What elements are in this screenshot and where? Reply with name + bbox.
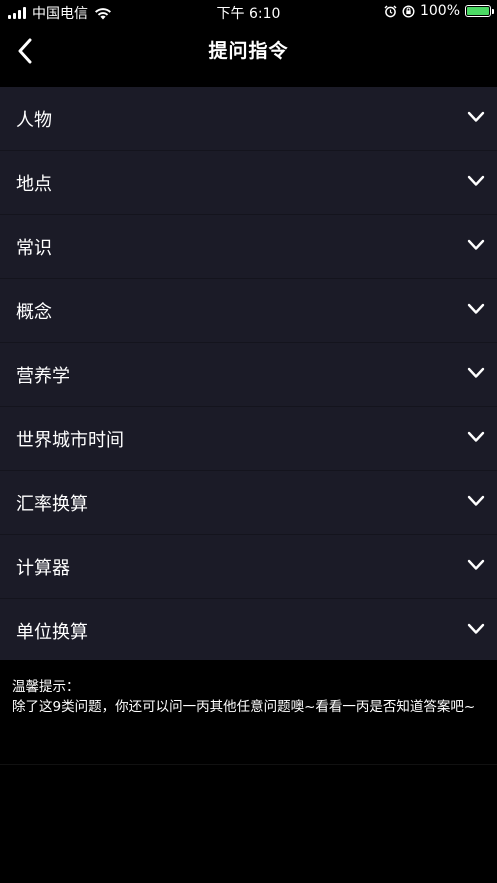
category-label: 计算器 bbox=[16, 558, 70, 579]
category-row[interactable]: 人物 bbox=[0, 87, 497, 151]
category-label: 汇率换算 bbox=[16, 494, 88, 515]
status-bar: 中国电信 下午 6:10 100% bbox=[0, 0, 497, 24]
tip-body: 除了这9类问题，你还可以问一丙其他任意问题噢~看看一丙是否知道答案吧~ bbox=[12, 699, 476, 715]
category-label: 常识 bbox=[16, 238, 52, 259]
category-row[interactable]: 地点 bbox=[0, 151, 497, 215]
category-row[interactable]: 汇率换算 bbox=[0, 471, 497, 535]
category-list: 人物地点常识概念营养学世界城市时间 汇率换算计算器单位换算 bbox=[0, 87, 497, 662]
chevron-down-icon bbox=[467, 431, 485, 442]
category-label: 营养学 bbox=[16, 366, 70, 387]
tip-heading: 温馨提示： bbox=[12, 679, 80, 695]
category-row[interactable]: 计算器 bbox=[0, 535, 497, 599]
category-row[interactable]: 概念 bbox=[0, 279, 497, 343]
page-title: 提问指令 bbox=[208, 40, 289, 62]
chevron-down-icon bbox=[467, 175, 485, 186]
category-label: 人物 bbox=[16, 110, 52, 131]
category-label: 地点 bbox=[16, 174, 52, 195]
category-row[interactable]: 常识 bbox=[0, 215, 497, 279]
tip-panel: 温馨提示： 除了这9类问题，你还可以问一丙其他任意问题噢~看看一丙是否知道答案吧… bbox=[0, 660, 497, 765]
alarm-icon bbox=[384, 5, 397, 17]
category-row[interactable]: 世界城市时间 bbox=[0, 407, 497, 471]
navigation-bar: 提问指令 bbox=[0, 24, 497, 87]
orientation-lock-icon bbox=[402, 4, 415, 18]
battery-level-fill bbox=[467, 7, 489, 15]
category-row[interactable]: 营养学 bbox=[0, 343, 497, 407]
status-right: 100% bbox=[384, 3, 494, 19]
chevron-down-icon bbox=[467, 623, 485, 634]
chevron-down-icon bbox=[467, 239, 485, 250]
chevron-down-icon bbox=[467, 111, 485, 122]
chevron-down-icon bbox=[467, 367, 485, 378]
category-label: 概念 bbox=[16, 302, 52, 323]
chevron-down-icon bbox=[467, 495, 485, 506]
category-label: 世界城市时间 bbox=[16, 430, 124, 451]
battery-icon bbox=[465, 5, 494, 17]
chevron-down-icon bbox=[467, 303, 485, 314]
category-row[interactable]: 单位换算 bbox=[0, 599, 497, 662]
battery-percent: 100% bbox=[419, 3, 460, 19]
category-label: 单位换算 bbox=[16, 622, 88, 643]
chevron-down-icon bbox=[467, 559, 485, 570]
